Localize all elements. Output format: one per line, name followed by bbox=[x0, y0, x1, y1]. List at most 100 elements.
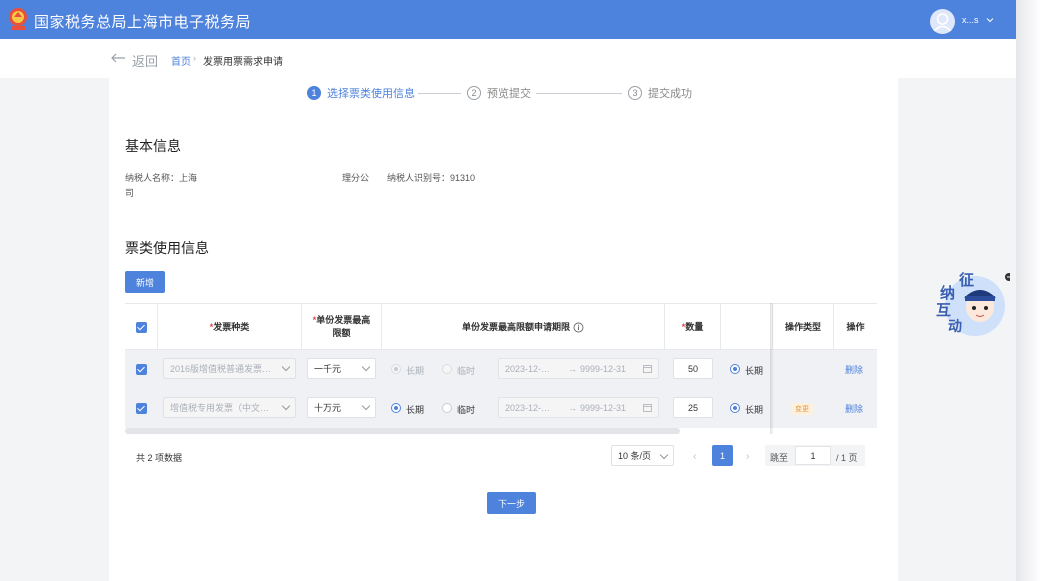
invoice-type-value: 2016版增值税普通发票… bbox=[170, 364, 272, 374]
header-quantity: * 数量 bbox=[665, 304, 721, 350]
date-end: 9999-12-31 bbox=[580, 403, 627, 413]
header-period: 单份发票最高限额申请期限 bbox=[382, 304, 665, 350]
invoice-type-select[interactable]: 增值税专用发票（中文… bbox=[163, 397, 296, 418]
chevron-down-icon bbox=[659, 450, 669, 460]
step-1-number: 1 bbox=[307, 86, 321, 100]
breadcrumb-separator: › bbox=[193, 53, 196, 63]
period-temp-label: 临时 bbox=[457, 366, 476, 376]
invoice-type-select[interactable]: 2016版增值税普通发票… bbox=[163, 358, 296, 379]
step-2: 2 预览提交 bbox=[467, 85, 531, 101]
header-max-amount: *单份发票最高 限额 bbox=[302, 304, 382, 350]
step-1: 1 选择票类使用信息 bbox=[307, 85, 415, 101]
ticket-info-title: 票类使用信息 bbox=[125, 240, 209, 256]
user-avatar[interactable] bbox=[930, 9, 955, 34]
jump-page-input[interactable]: 1 bbox=[795, 446, 831, 465]
period-temp-radio[interactable] bbox=[442, 364, 452, 374]
max-amount-select[interactable]: 十万元 bbox=[307, 397, 376, 418]
chevron-down-icon bbox=[281, 401, 291, 411]
breadcrumb-current: 发票用票需求申请 bbox=[203, 57, 283, 68]
date-range-picker[interactable]: 2023-12-… → 9999-12-31 bbox=[498, 358, 659, 379]
period-temp-label: 临时 bbox=[457, 405, 476, 415]
date-arrow: → bbox=[568, 403, 577, 413]
fixed-column-shadow bbox=[770, 303, 774, 434]
quantity-long-label: 长期 bbox=[745, 405, 764, 415]
quantity-long-radio[interactable] bbox=[730, 364, 740, 374]
period-long-label: 长期 bbox=[406, 405, 425, 415]
chevron-down-icon bbox=[361, 362, 371, 372]
period-long-radio[interactable] bbox=[391, 364, 401, 374]
step-2-number: 2 bbox=[467, 86, 481, 100]
page-size-value: 10 条/页 bbox=[618, 451, 652, 461]
step-connector bbox=[418, 93, 461, 94]
quantity-input[interactable]: 50 bbox=[673, 358, 713, 379]
user-avatar-icon bbox=[933, 13, 952, 32]
delete-link[interactable]: 删除 bbox=[845, 402, 863, 415]
delete-link[interactable]: 删除 bbox=[845, 363, 863, 376]
date-start: 2023-12-… bbox=[505, 403, 551, 413]
op-type-badge: 变更 bbox=[791, 403, 813, 415]
chevron-down-icon[interactable] bbox=[985, 15, 995, 25]
tax-emblem-icon bbox=[9, 8, 27, 30]
user-name[interactable]: x...s bbox=[962, 15, 979, 25]
chevron-down-icon bbox=[361, 401, 371, 411]
taxpayer-name-wrap: 司 bbox=[125, 188, 135, 198]
site-title: 国家税务总局上海市电子税务局 bbox=[34, 14, 252, 31]
quantity-input[interactable]: 25 bbox=[673, 397, 713, 418]
page-1-button[interactable]: 1 bbox=[712, 445, 733, 466]
table-row: 增值税专用发票（中文… 十万元 长期 临时 2023-12-… → 9999-1… bbox=[125, 389, 877, 428]
jump-label: 跳至 bbox=[770, 453, 789, 463]
select-all-checkbox[interactable] bbox=[135, 321, 147, 333]
top-header: 国家税务总局上海市电子税务局 x...s bbox=[0, 0, 1016, 39]
invoice-type-value: 增值税专用发票（中文… bbox=[170, 403, 270, 413]
next-step-button[interactable]: 下一步 bbox=[487, 492, 536, 514]
chevron-down-icon bbox=[281, 362, 291, 372]
prev-page-button[interactable]: ‹ bbox=[693, 451, 696, 462]
table-row: 2016版增值税普通发票… 一千元 长期 临时 2023-12-… → 9999… bbox=[125, 350, 877, 389]
max-amount-select[interactable]: 一千元 bbox=[307, 358, 376, 379]
quantity-long-label: 长期 bbox=[745, 366, 764, 376]
period-temp-radio[interactable] bbox=[442, 403, 452, 413]
ticket-table: * 发票种类 *单份发票最高 限额 单份发票最高限额申请期限 * 数量 操作类型 操… bbox=[125, 303, 877, 434]
header-select-all-cell[interactable] bbox=[125, 304, 158, 350]
basic-info-title: 基本信息 bbox=[125, 138, 181, 154]
header-op-type: 操作类型 bbox=[773, 304, 834, 350]
total-count: 共 2 项数据 bbox=[136, 453, 183, 463]
quantity-long-radio[interactable] bbox=[730, 403, 740, 413]
step-connector bbox=[536, 93, 622, 94]
step-3: 3 提交成功 bbox=[628, 85, 692, 101]
period-long-radio[interactable] bbox=[391, 403, 401, 413]
max-amount-value: 十万元 bbox=[314, 403, 342, 413]
total-pages: / 1 页 bbox=[836, 453, 858, 463]
breadcrumb-bar: 返回 首页 › 发票用票需求申请 bbox=[0, 39, 1016, 78]
max-amount-value: 一千元 bbox=[314, 364, 342, 374]
page-size-select[interactable]: 10 条/页 bbox=[611, 445, 674, 466]
date-range-picker[interactable]: 2023-12-… → 9999-12-31 bbox=[498, 397, 659, 418]
step-3-label: 提交成功 bbox=[648, 88, 692, 100]
mascot-char-1: 征 bbox=[959, 272, 975, 289]
add-button[interactable]: 新增 bbox=[125, 271, 165, 293]
period-long-label: 长期 bbox=[406, 366, 425, 376]
header-action: 操作 bbox=[846, 321, 865, 332]
horizontal-scrollbar[interactable] bbox=[125, 428, 680, 434]
step-3-number: 3 bbox=[628, 86, 642, 100]
date-end: 9999-12-31 bbox=[580, 364, 627, 374]
back-arrow-icon[interactable] bbox=[110, 51, 126, 65]
taxpayer-name-label: 纳税人名称：上海 bbox=[125, 173, 198, 183]
back-link[interactable]: 返回 bbox=[132, 51, 158, 70]
breadcrumb-home[interactable]: 首页 bbox=[171, 53, 191, 68]
header-type-label: 发票种类 bbox=[213, 321, 250, 332]
header-max-amount-label-2: 限额 bbox=[332, 328, 351, 338]
window-edge bbox=[1016, 0, 1059, 581]
row-checkbox[interactable] bbox=[136, 364, 147, 375]
taxpayer-name-tail: 理分公 bbox=[342, 173, 370, 183]
calendar-icon bbox=[643, 365, 652, 373]
interaction-mascot[interactable]: 征 纳 互 动 bbox=[930, 266, 1013, 336]
next-page-button[interactable]: › bbox=[746, 451, 749, 462]
header-period-label: 单份发票最高限额申请期限 bbox=[461, 321, 570, 332]
info-icon[interactable] bbox=[573, 322, 584, 333]
mascot-char-4: 动 bbox=[948, 318, 962, 334]
left-gutter bbox=[0, 78, 109, 581]
header-quantity-period bbox=[721, 304, 773, 350]
date-arrow: → bbox=[568, 364, 577, 374]
row-checkbox[interactable] bbox=[136, 403, 147, 414]
